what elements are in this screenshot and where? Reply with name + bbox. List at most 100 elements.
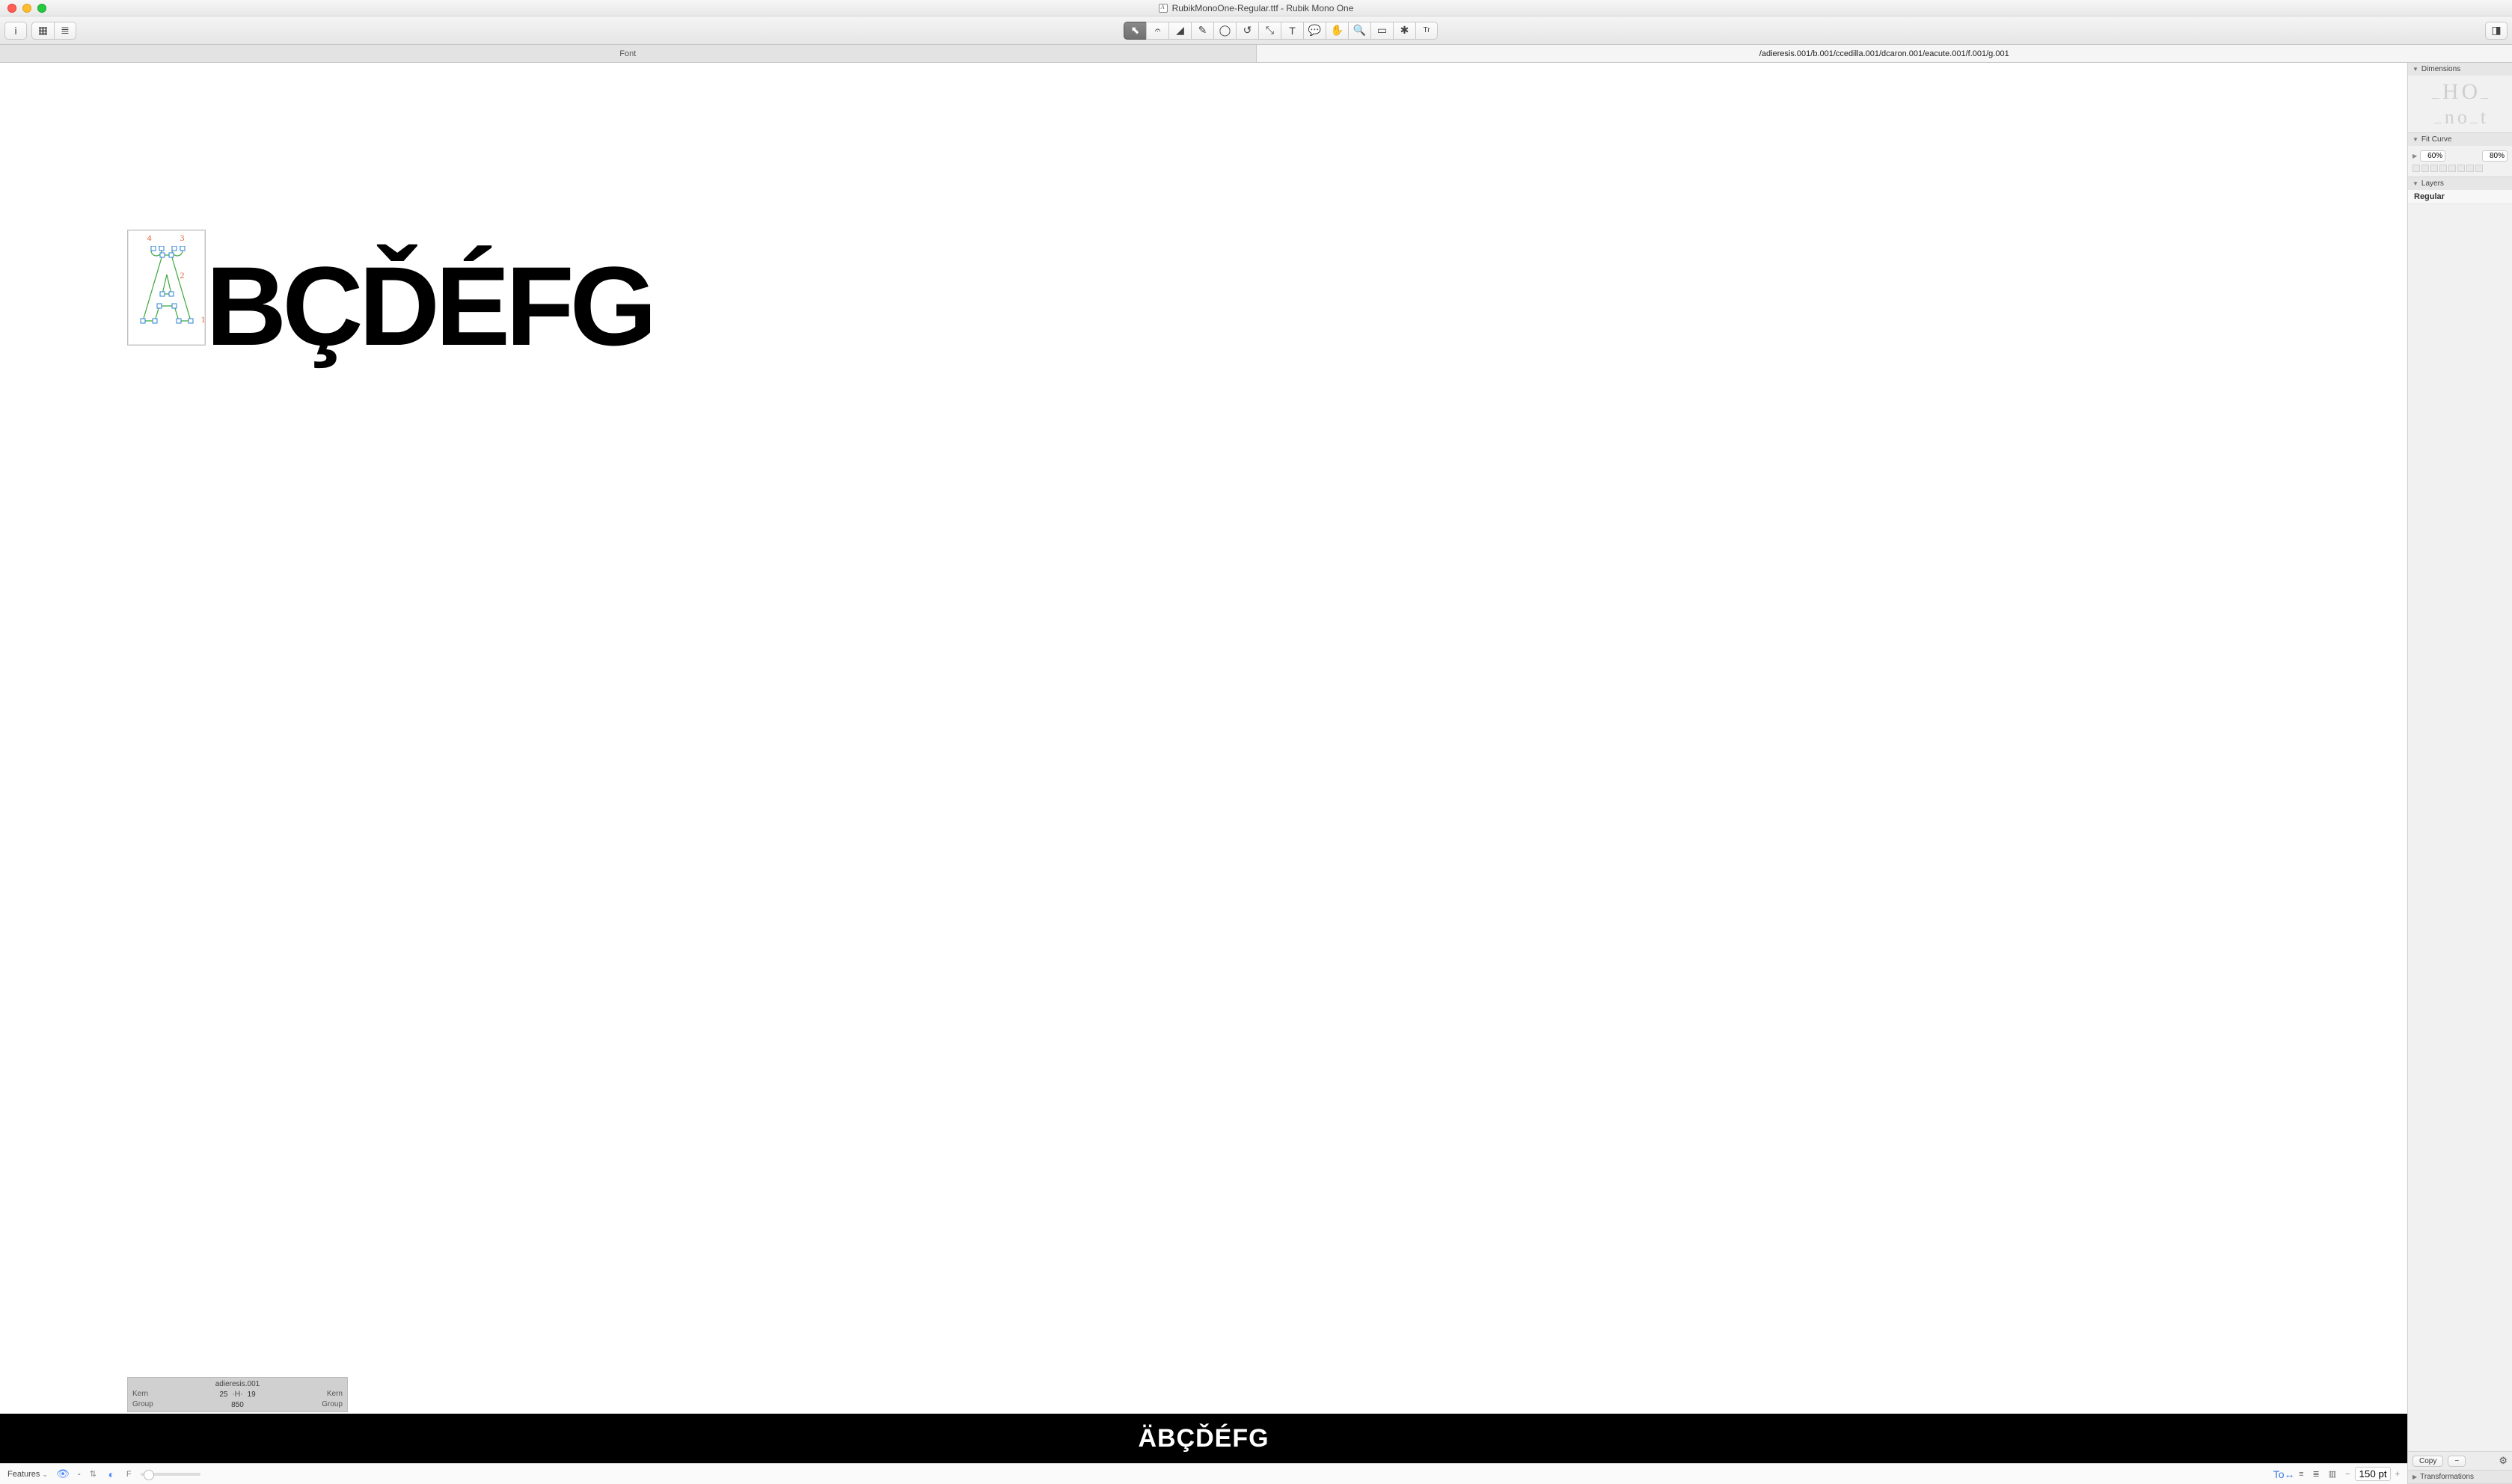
eraser-icon: ◢ (1176, 24, 1184, 37)
sidebar-icon: ◨ (2491, 24, 2501, 37)
annotation-tool[interactable]: 💬 (1303, 22, 1326, 40)
rotate-icon: ↺ (1243, 24, 1252, 37)
point-label-2: 2 (180, 270, 185, 281)
panel-transformations-header[interactable]: ▶ Transformations (2408, 1471, 2512, 1483)
instance-dash[interactable]: - (78, 1470, 81, 1479)
panel-dimensions: ▼ Dimensions H O n o t (2408, 63, 2512, 133)
glyph-display-rest: BÇĎÉFG (206, 250, 652, 362)
select-tool[interactable]: ⬉ (1124, 22, 1146, 40)
text-icon: T (1289, 25, 1296, 37)
hand-tool[interactable]: ✋ (1326, 22, 1348, 40)
tab-font[interactable]: Font (0, 45, 1257, 62)
toggle-sidebar-button[interactable]: ◨ (2485, 22, 2508, 40)
rotate-tool[interactable]: ↺ (1236, 22, 1258, 40)
rsb-value[interactable]: 19 (248, 1391, 256, 1399)
sidebar: ▼ Dimensions H O n o t (2407, 63, 2512, 1484)
advance-width-value[interactable]: 850 (231, 1401, 244, 1409)
stepper-icon[interactable]: ⇅ (90, 1469, 97, 1479)
panel-layers-header[interactable]: ▼ Layers (2408, 177, 2512, 190)
group-right-label: Group (322, 1400, 343, 1409)
features-label: Features (7, 1470, 40, 1479)
panel-dimensions-title: Dimensions (2421, 65, 2460, 73)
fit-max-input[interactable] (2482, 150, 2508, 162)
align-left-icon[interactable]: ≡ (2299, 1470, 2303, 1479)
kern-left-label: Kern (132, 1390, 148, 1398)
dim-x-1: n (2445, 106, 2454, 129)
disclosure-right-icon: ▶ (2413, 1474, 2417, 1480)
zoom-input[interactable] (2355, 1467, 2391, 1481)
panel-transformations: ▶ Transformations (2408, 1471, 2512, 1484)
star-icon: ✱ (1400, 24, 1409, 37)
tab-glyph[interactable]: /adieresis.001/b.001/ccedilla.001/dcaron… (1257, 45, 2512, 62)
disclosure-down-icon: ▼ (2413, 136, 2418, 143)
view-mode-segment: ▦ ≣ (31, 22, 76, 40)
layer-remove-label: − (2454, 1457, 2459, 1465)
document-icon (1159, 4, 1168, 13)
size-slider[interactable] (141, 1473, 200, 1476)
point-label-3: 3 (180, 233, 185, 244)
panel-fit-header[interactable]: ▼ Fit Curve (2408, 133, 2512, 146)
columns-icon[interactable]: ▥ (2329, 1469, 2336, 1479)
point-label-1: 1 (201, 314, 206, 325)
panel-transformations-title: Transformations (2420, 1473, 2474, 1481)
window-title: RubikMonoOne-Regular.ttf - Rubik Mono On… (1172, 3, 1354, 13)
circle-icon: ◯ (1219, 24, 1231, 37)
layer-copy-button[interactable]: Copy (2413, 1456, 2443, 1467)
measure-tool[interactable]: ▭ (1370, 22, 1393, 40)
dim-x-3: t (2481, 106, 2486, 129)
edit-canvas[interactable]: 1 2 3 4 BÇĎÉFG adieresis.001 (0, 63, 2407, 1414)
titlebar: RubikMonoOne-Regular.ttf - Rubik Mono On… (0, 0, 2512, 16)
ruler-icon: ▭ (1377, 24, 1387, 37)
stroke-tool[interactable]: ✱ (1393, 22, 1415, 40)
selected-glyph-box[interactable]: 1 2 3 4 (127, 230, 206, 346)
zoom-in-button[interactable]: + (2395, 1470, 2400, 1479)
pen-icon: 𝄐 (1155, 24, 1161, 37)
glyph-info-box: adieresis.001 Kern 25 ∙H∙ 19 Kern (127, 1377, 348, 1412)
grid-view-button[interactable]: ▦ (31, 22, 54, 40)
panel-fit-title: Fit Curve (2421, 135, 2452, 144)
speech-icon: 💬 (1308, 24, 1321, 37)
panel-layers-title: Layers (2421, 180, 2444, 188)
layer-remove-button[interactable]: − (2448, 1456, 2466, 1467)
shape-tool[interactable]: ◯ (1213, 22, 1236, 40)
point-label-4: 4 (147, 233, 152, 244)
glyph-outline[interactable]: 1 2 3 4 (137, 246, 197, 328)
fit-tension-steps[interactable] (2413, 165, 2508, 172)
erase-tool[interactable]: ◢ (1168, 22, 1191, 40)
glyph-name-label: adieresis.001 (132, 1380, 343, 1388)
panel-fit-curve: ▼ Fit Curve ▶ (2408, 133, 2512, 177)
text-tool[interactable]: T (1281, 22, 1303, 40)
text-direction-icon[interactable]: To↔ (2278, 1468, 2290, 1480)
panel-dimensions-header[interactable]: ▼ Dimensions (2408, 63, 2512, 76)
features-dropdown[interactable]: Features ⌄ (7, 1470, 48, 1479)
scale-icon: ⤡ (1266, 24, 1274, 37)
align-center-icon[interactable]: ≣ (2313, 1469, 2320, 1479)
grid-icon: ▦ (38, 24, 48, 37)
lsb-value[interactable]: 25 (219, 1391, 227, 1399)
preview-bar: ÄBÇĎÉFG (0, 1414, 2407, 1463)
tt-icon: Tr (1423, 26, 1430, 34)
contrast-icon[interactable]: ◐ (105, 1468, 117, 1480)
glyph-row: 1 2 3 4 BÇĎÉFG (127, 212, 652, 362)
dimensions-preview: H O n o t (2408, 76, 2512, 132)
scale-tool[interactable]: ⤡ (1258, 22, 1281, 40)
fit-min-input[interactable] (2420, 150, 2445, 162)
f-button[interactable]: F (126, 1470, 132, 1479)
eye-icon[interactable]: 👁 (57, 1468, 69, 1480)
following-glyphs: BÇĎÉFG (206, 250, 652, 362)
disclosure-right-icon[interactable]: ▶ (2413, 153, 2417, 159)
panel-layers: ▼ Layers Regular Copy − ⚙ (2408, 177, 2512, 1471)
chevron-down-icon: ⌄ (42, 1471, 48, 1478)
layer-row-regular[interactable]: Regular (2408, 190, 2512, 204)
list-view-button[interactable]: ≣ (54, 22, 76, 40)
tab-font-label: Font (619, 49, 636, 58)
zoom-out-button[interactable]: − (2345, 1470, 2350, 1479)
gear-icon[interactable]: ⚙ (2499, 1455, 2508, 1467)
knife-tool[interactable]: ✎ (1191, 22, 1213, 40)
pen-tool[interactable]: 𝄐 (1146, 22, 1168, 40)
zoom-tool[interactable]: 🔍 (1348, 22, 1370, 40)
info-button[interactable]: i (4, 22, 27, 40)
truetype-tool[interactable]: Tr (1415, 22, 1438, 40)
disclosure-down-icon: ▼ (2413, 66, 2418, 73)
sidebearing-icon: ∙H∙ (232, 1390, 242, 1399)
